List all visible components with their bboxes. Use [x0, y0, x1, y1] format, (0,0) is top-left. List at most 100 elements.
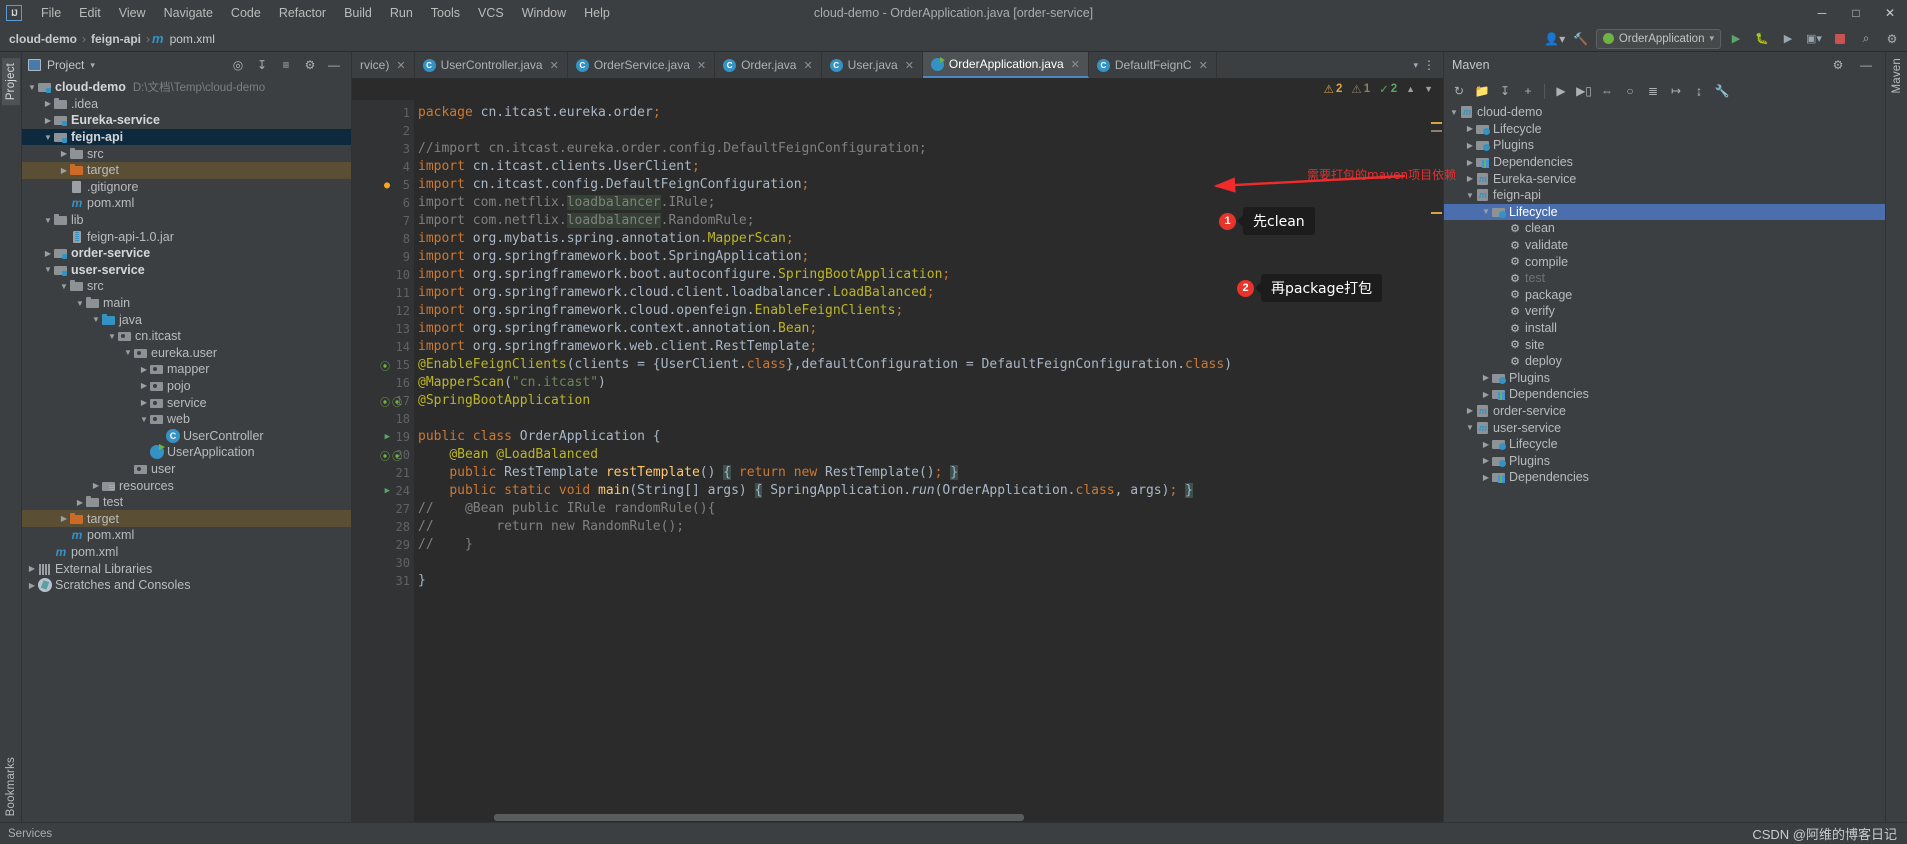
project-tree-item[interactable]: ▶feign-api-1.0.jar [22, 228, 351, 245]
project-tree-item[interactable]: ▼ user-service [22, 262, 351, 279]
menu-bar[interactable]: File Edit View Navigate Code Refactor Bu… [32, 3, 619, 23]
chevron-down-icon[interactable]: ▼ [42, 216, 54, 225]
editor-tab[interactable]: C OrderService.java ✕ [568, 52, 716, 78]
project-tree-item[interactable]: ▶ order-service [22, 245, 351, 262]
gutter-line[interactable]: 11 [352, 284, 414, 302]
gutter-line[interactable]: 18 [352, 410, 414, 428]
maven-tree-item[interactable]: ▼ cloud-demo [1444, 104, 1885, 121]
close-button[interactable]: ✕ [1873, 0, 1907, 26]
gear-icon[interactable]: ⚙ [1881, 29, 1903, 49]
editor-tab[interactable]: C DefaultFeignC ✕ [1089, 52, 1217, 78]
debug-button[interactable]: 🐛 [1751, 29, 1773, 49]
chevron-down-icon[interactable]: ▼ [1480, 207, 1492, 216]
chevron-right-icon[interactable]: ▶ [1464, 141, 1476, 150]
refresh-icon[interactable]: ↻ [1448, 81, 1470, 101]
menu-code[interactable]: Code [222, 3, 270, 23]
tool-window-maven[interactable]: Maven [1891, 58, 1903, 94]
project-tree-item[interactable]: ▶ Scratches and Consoles [22, 577, 351, 594]
inspection-widget[interactable]: ⚠ 2 ⚠ 1 ✓ 2 ▲ ▼ [352, 78, 1443, 100]
maven-tree-item[interactable]: ▶⚙package [1444, 287, 1885, 304]
run-with-coverage-button[interactable]: ▶ [1777, 29, 1799, 49]
wrench-icon[interactable]: 🔧 [1711, 81, 1733, 101]
gear-icon[interactable]: ⚙ [299, 55, 321, 75]
project-tree-item[interactable]: ▶ resources [22, 477, 351, 494]
project-tree-item[interactable]: ▶ Eureka-service [22, 112, 351, 129]
maven-tree-item[interactable]: ▶⚙verify [1444, 303, 1885, 320]
maven-tree-item[interactable]: ▶ Plugins [1444, 370, 1885, 387]
hide-icon[interactable]: — [1855, 55, 1877, 75]
chevron-right-icon[interactable]: ▶ [26, 564, 38, 573]
gutter-line[interactable]: 12 [352, 302, 414, 320]
maven-tree-item[interactable]: ▶ order-service [1444, 403, 1885, 420]
project-tree-item[interactable]: ▶CUserController [22, 427, 351, 444]
chevron-right-icon[interactable]: ▶ [74, 498, 86, 507]
run-button[interactable]: ▶ [1725, 29, 1747, 49]
weak-warnings-count[interactable]: ⚠ 1 [1351, 82, 1370, 96]
editor-tab[interactable]: C User.java ✕ [822, 52, 923, 78]
gutter-line[interactable]: 31 [352, 572, 414, 590]
run-gutter-icon[interactable]: ▶ [385, 486, 390, 496]
more-options-icon[interactable]: ⋮ [1423, 58, 1435, 72]
maven-tree-item[interactable]: ▶⚙install [1444, 320, 1885, 337]
maven-tree-item[interactable]: ▶ Plugins [1444, 452, 1885, 469]
minimize-button[interactable]: ─ [1805, 0, 1839, 26]
chevron-right-icon[interactable]: ▶ [1480, 373, 1492, 382]
project-tree-item[interactable]: ▶mpom.xml [22, 544, 351, 561]
close-icon[interactable]: ✕ [803, 59, 812, 72]
maven-tree-item[interactable]: ▶⚙test [1444, 270, 1885, 287]
warnings-count[interactable]: ⚠ 2 [1324, 82, 1343, 96]
editor-tab[interactable]: C UserController.java ✕ [415, 52, 568, 78]
chevron-down-icon[interactable]: ▼ [1464, 191, 1476, 200]
maven-tree-item[interactable]: ▶ Dependencies [1444, 386, 1885, 403]
gutter-line[interactable]: 3 [352, 140, 414, 158]
gutter-line[interactable]: ▶ 19 [352, 428, 414, 446]
close-icon[interactable]: ✕ [1071, 58, 1080, 71]
chevron-right-icon[interactable]: ▶ [1464, 174, 1476, 183]
gutter-line[interactable]: 14 [352, 338, 414, 356]
project-tree-item[interactable]: ▶ target [22, 161, 351, 179]
menu-tools[interactable]: Tools [422, 3, 469, 23]
run-configuration-selector[interactable]: OrderApplication ▾ [1595, 28, 1721, 49]
chevron-right-icon[interactable]: ▶ [1464, 406, 1476, 415]
project-tree-item[interactable]: ▶UserApplication [22, 444, 351, 461]
menu-refactor[interactable]: Refactor [270, 3, 335, 23]
run-icon[interactable]: ▶ [1550, 81, 1572, 101]
chevron-right-icon[interactable]: ▶ [1480, 456, 1492, 465]
chevron-down-icon[interactable]: ▼ [58, 282, 70, 291]
gutter-line[interactable]: 2 [352, 122, 414, 140]
plus-icon[interactable]: + [1517, 81, 1539, 101]
chevron-down-icon[interactable]: ▼ [90, 315, 102, 324]
project-tree-item[interactable]: ▶ test [22, 494, 351, 511]
close-icon[interactable]: ✕ [905, 59, 914, 72]
menu-vcs[interactable]: VCS [469, 3, 513, 23]
spring-bean-gutter-icon[interactable]: ⦿ [380, 448, 390, 463]
maven-tree-item[interactable]: ▼ user-service [1444, 419, 1885, 436]
tab-bar-actions[interactable]: ▾ ⋮ [1405, 52, 1443, 78]
window-controls[interactable]: ─ □ ✕ [1805, 0, 1907, 26]
chevron-right-icon[interactable]: ▶ [42, 99, 54, 108]
gutter-line[interactable]: ▶ 24 [352, 482, 414, 500]
close-icon[interactable]: ✕ [550, 59, 559, 72]
gutter-line[interactable]: 30 [352, 554, 414, 572]
editor-horizontal-scrollbar[interactable] [476, 812, 1389, 822]
maven-tree-item[interactable]: ▶⚙site [1444, 336, 1885, 353]
gutter-line[interactable]: 21 [352, 464, 414, 482]
gutter-line[interactable]: 7 [352, 212, 414, 230]
project-tree-item[interactable]: ▼ java [22, 311, 351, 328]
execute-icon[interactable]: ▶▯ [1573, 81, 1595, 101]
editor-tab[interactable]: rvice) ✕ [352, 52, 415, 78]
menu-help[interactable]: Help [575, 3, 619, 23]
menu-edit[interactable]: Edit [70, 3, 110, 23]
menu-view[interactable]: View [110, 3, 155, 23]
expand-icon[interactable]: ↨ [1688, 81, 1710, 101]
menu-window[interactable]: Window [513, 3, 575, 23]
chevron-right-icon[interactable]: ▶ [58, 166, 70, 175]
chevron-right-icon[interactable]: ▶ [1480, 473, 1492, 482]
tool-window-bookmarks[interactable]: Bookmarks [5, 757, 17, 816]
maven-tree-item[interactable]: ▶⚙deploy [1444, 353, 1885, 370]
gutter-line[interactable]: 6 [352, 194, 414, 212]
project-tree-item[interactable]: ▶ .idea [22, 96, 351, 113]
services-button[interactable]: Services [8, 828, 52, 840]
chevron-down-icon[interactable]: ▼ [26, 83, 38, 92]
spring-bean-gutter-icon[interactable]: ⦿ [380, 358, 390, 373]
